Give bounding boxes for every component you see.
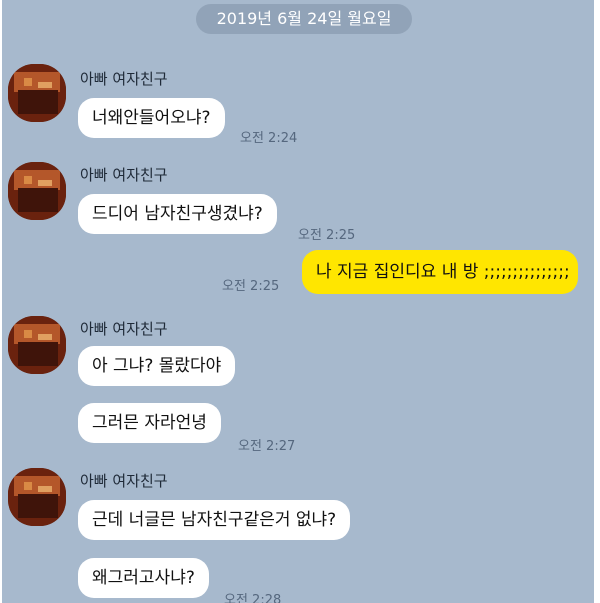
message-time: 오전 2:25 — [222, 279, 280, 294]
avatar-photo-icon — [8, 64, 66, 122]
date-divider: 2019년 6월 24일 월요일 — [196, 4, 412, 34]
message-time: 오전 2:27 — [238, 439, 296, 454]
message-bubble[interactable]: 너왜안들어오냐? — [78, 98, 225, 138]
message-bubble[interactable]: 아 그냐? 몰랐다야 — [78, 346, 236, 386]
avatar-photo-icon — [8, 316, 66, 374]
sender-name: 아빠 여자친구 — [80, 472, 168, 490]
message-bubble[interactable]: 근데 너글믄 남자친구같은거 없냐? — [78, 500, 351, 540]
avatar[interactable] — [8, 162, 66, 220]
message-time: 오전 2:24 — [240, 131, 298, 146]
my-message-bubble[interactable]: 나 지금 집인디요 내 방 ;;;;;;;;;;;;;;; — [302, 250, 578, 294]
message-bubble[interactable]: 왜그러고사냐? — [78, 558, 209, 598]
avatar-photo-icon — [8, 468, 66, 526]
avatar-photo-icon — [8, 162, 66, 220]
sender-name: 아빠 여자친구 — [80, 166, 168, 184]
avatar[interactable] — [8, 64, 66, 122]
message-bubble[interactable]: 드디어 남자친구생겼냐? — [78, 194, 277, 234]
sender-name: 아빠 여자친구 — [80, 320, 168, 338]
message-bubble[interactable]: 그러믄 자라언녕 — [78, 403, 221, 443]
avatar[interactable] — [8, 468, 66, 526]
message-time: 오전 2:28 — [224, 593, 282, 603]
screen-edge — [594, 0, 600, 603]
message-time: 오전 2:25 — [298, 228, 356, 243]
avatar[interactable] — [8, 316, 66, 374]
chat-room: 2019년 6월 24일 월요일 아빠 여자친구 너왜안들어오냐? 오전 2:2… — [2, 0, 596, 603]
sender-name: 아빠 여자친구 — [80, 70, 168, 88]
